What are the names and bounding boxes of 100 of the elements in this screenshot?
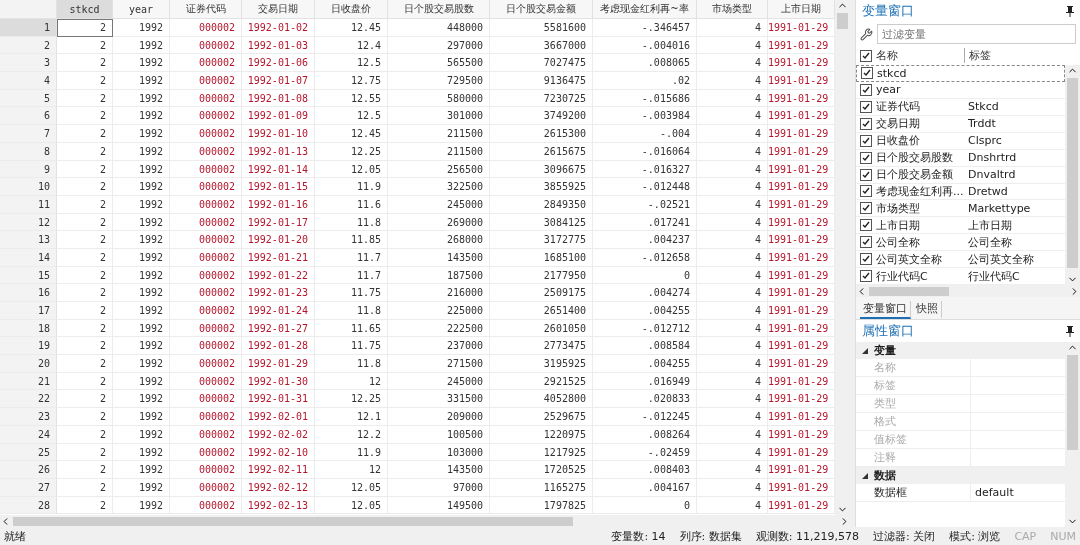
scrollbar-thumb[interactable] bbox=[1067, 78, 1078, 268]
row-number[interactable]: 10 bbox=[0, 178, 57, 196]
key-indicator: CAP bbox=[1014, 529, 1037, 543]
variable-row[interactable]: year bbox=[856, 82, 1065, 99]
row-number[interactable]: 16 bbox=[0, 284, 57, 302]
horizontal-scrollbar[interactable] bbox=[856, 285, 1080, 297]
table-cell: 4 bbox=[697, 478, 768, 497]
variable-row[interactable]: 日个股交易股数 Dnshrtrd bbox=[856, 149, 1065, 167]
table-cell: 4 bbox=[697, 142, 768, 161]
table-cell: 2651400 bbox=[490, 302, 593, 320]
column-header[interactable]: 标签 bbox=[969, 48, 991, 63]
scroll-down-icon[interactable] bbox=[837, 504, 848, 515]
wrench-icon[interactable] bbox=[860, 27, 873, 41]
variable-row[interactable]: 市场类型 Markettype bbox=[856, 200, 1065, 218]
checkbox[interactable] bbox=[860, 117, 872, 130]
column-header[interactable]: 市场类型 bbox=[697, 0, 768, 19]
row-number[interactable]: 4 bbox=[0, 72, 57, 90]
checkbox[interactable] bbox=[860, 49, 872, 62]
scrollbar-thumb[interactable] bbox=[837, 13, 848, 29]
column-header[interactable]: 日个股交易股数 bbox=[388, 0, 490, 19]
property-group[interactable]: 数据 bbox=[856, 467, 1065, 484]
corner-header bbox=[0, 0, 57, 19]
table-cell: 256500 bbox=[388, 160, 490, 179]
checkbox[interactable] bbox=[860, 202, 872, 215]
column-header[interactable]: 日收盘价 bbox=[315, 0, 388, 19]
vertical-scrollbar[interactable] bbox=[1065, 342, 1080, 527]
row-number[interactable]: 19 bbox=[0, 337, 57, 356]
variable-row[interactable]: 公司英文全称 公司英文全称 bbox=[856, 251, 1065, 269]
row-number[interactable]: 17 bbox=[0, 302, 57, 320]
table-cell: .008065 bbox=[593, 54, 697, 73]
table-cell: 000002 bbox=[170, 496, 242, 515]
pin-icon[interactable] bbox=[1066, 325, 1074, 337]
checkbox[interactable] bbox=[861, 67, 873, 80]
variable-row[interactable]: 证券代码 Stkcd bbox=[856, 98, 1065, 116]
table-cell: 4 bbox=[697, 355, 768, 373]
table-cell: 0 bbox=[593, 496, 697, 515]
table-cell: 2 bbox=[57, 319, 113, 338]
filter-field[interactable]: 过滤变量 bbox=[877, 24, 1076, 44]
scrollbar-thumb[interactable] bbox=[869, 286, 949, 296]
expand-icon[interactable] bbox=[862, 472, 868, 479]
row-number[interactable]: 20 bbox=[0, 355, 57, 373]
checkbox[interactable] bbox=[860, 253, 872, 266]
variable-row[interactable]: 日个股交易金额 Dnvaltrd bbox=[856, 166, 1065, 184]
table-cell: 4052800 bbox=[490, 390, 593, 409]
scrollbar-thumb[interactable] bbox=[1067, 355, 1078, 450]
row-number[interactable]: 26 bbox=[0, 461, 57, 479]
table-cell: 1992-01-24 bbox=[242, 302, 315, 320]
column-header[interactable]: stkcd bbox=[57, 0, 113, 19]
table-cell: 1992-02-02 bbox=[242, 425, 315, 444]
variable-row[interactable]: 上市日期 上市日期 bbox=[856, 217, 1065, 235]
column-header[interactable]: 证券代码 bbox=[170, 0, 242, 19]
panel-title: 变量窗口 bbox=[862, 2, 914, 20]
checkbox[interactable] bbox=[860, 236, 872, 249]
table-cell: 11.8 bbox=[315, 355, 388, 373]
pin-icon[interactable] bbox=[1066, 5, 1074, 17]
variable-row[interactable]: stkcd bbox=[856, 65, 1065, 82]
table-cell: 000002 bbox=[170, 107, 242, 126]
variable-row[interactable]: 交易日期 Trddt bbox=[856, 115, 1065, 133]
table-cell: 3749200 bbox=[490, 107, 593, 126]
table-cell: 11.8 bbox=[315, 213, 388, 232]
table-cell: 1992 bbox=[113, 125, 170, 143]
row-number[interactable]: 13 bbox=[0, 231, 57, 249]
table-cell: 211500 bbox=[388, 142, 490, 161]
checkbox[interactable] bbox=[860, 219, 872, 232]
expand-icon[interactable] bbox=[862, 347, 868, 354]
row-number[interactable]: 1 bbox=[0, 19, 57, 37]
checkbox[interactable] bbox=[860, 185, 872, 198]
variable-row[interactable]: 公司全称 公司全称 bbox=[856, 234, 1065, 252]
checkbox[interactable] bbox=[860, 168, 872, 181]
row-number[interactable]: 6 bbox=[0, 107, 57, 126]
checkbox[interactable] bbox=[860, 83, 872, 96]
variable-label: Markettype bbox=[968, 201, 1031, 215]
column-header[interactable]: year bbox=[113, 0, 170, 19]
scrollbar-thumb[interactable] bbox=[13, 516, 573, 526]
table-cell: 2 bbox=[57, 178, 113, 196]
table-cell: 000002 bbox=[170, 461, 242, 479]
variable-row[interactable]: 考虑现金红利再... Dretwd bbox=[856, 183, 1065, 201]
column-header[interactable]: 交易日期 bbox=[242, 0, 315, 19]
checkbox[interactable] bbox=[860, 151, 872, 164]
checkbox[interactable] bbox=[860, 134, 872, 147]
table-cell: 000002 bbox=[170, 266, 242, 285]
column-header[interactable]: 日个股交易金额 bbox=[490, 0, 593, 19]
column-header[interactable]: 名称 bbox=[876, 48, 965, 63]
row-number[interactable]: 23 bbox=[0, 408, 57, 426]
checkbox[interactable] bbox=[860, 100, 872, 113]
vertical-scrollbar[interactable] bbox=[1065, 65, 1080, 285]
property-group[interactable]: 变量 bbox=[856, 342, 1065, 359]
horizontal-scrollbar[interactable] bbox=[0, 515, 850, 527]
panel-tab[interactable]: 快照 bbox=[913, 301, 942, 319]
table-cell: 2 bbox=[57, 195, 113, 214]
table-cell: 245000 bbox=[388, 195, 490, 214]
column-header[interactable]: 上市日期 bbox=[768, 0, 835, 19]
row-number[interactable]: 3 bbox=[0, 54, 57, 73]
row-number[interactable]: 7 bbox=[0, 125, 57, 143]
variable-row[interactable]: 日收盘价 Clsprc bbox=[856, 132, 1065, 150]
column-header[interactable]: 考虑现金红利再~率 bbox=[593, 0, 697, 19]
checkbox[interactable] bbox=[860, 270, 872, 283]
row-number[interactable]: 22 bbox=[0, 390, 57, 409]
table-cell: 1992-01-17 bbox=[242, 213, 315, 232]
variable-label: Trddt bbox=[968, 117, 996, 131]
